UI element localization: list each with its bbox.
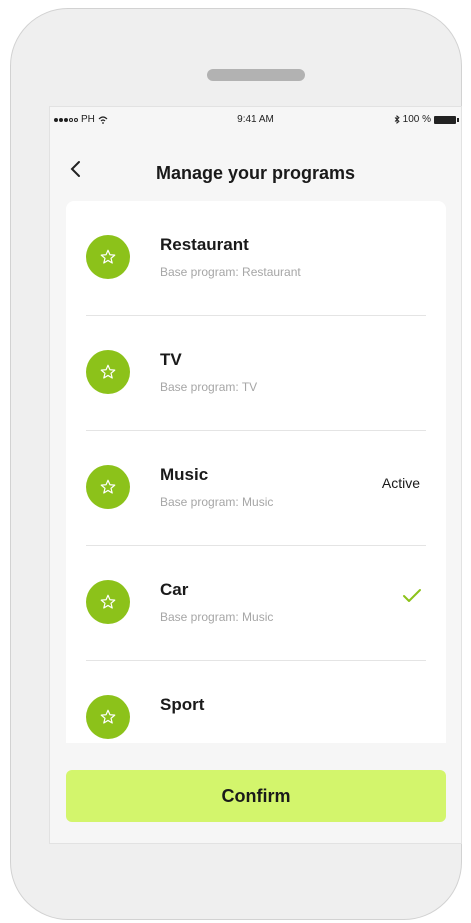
program-avatar: [86, 465, 130, 509]
app-screen: PH 9:41 AM 100 % Manage your programs Re…: [49, 106, 462, 844]
page-header: Manage your programs: [50, 147, 461, 197]
star-icon: [100, 249, 116, 264]
star-icon: [100, 479, 116, 494]
confirm-button[interactable]: Confirm: [66, 770, 446, 822]
bluetooth-icon: [394, 115, 400, 124]
status-right: 100 %: [394, 114, 459, 125]
program-avatar: [86, 350, 130, 394]
phone-frame: PH 9:41 AM 100 % Manage your programs Re…: [10, 8, 462, 920]
battery-percent: 100 %: [402, 114, 431, 125]
program-name: Car: [160, 580, 189, 599]
status-bar: PH 9:41 AM 100 %: [50, 107, 461, 131]
program-avatar: [86, 235, 130, 279]
program-name: Sport: [160, 695, 205, 714]
program-base: Base program: Music: [160, 610, 274, 624]
program-name: Music: [160, 465, 209, 484]
phone-speaker: [207, 69, 305, 81]
program-name: Restaurant: [160, 235, 249, 254]
program-item-car[interactable]: Car Base program: Music: [66, 546, 446, 661]
star-icon: [100, 709, 116, 724]
active-status-label: Active: [381, 475, 420, 491]
program-avatar: [86, 695, 130, 739]
program-avatar: [86, 580, 130, 624]
program-item-music[interactable]: Music Base program: Music Active: [66, 431, 446, 546]
program-base: Base program: TV: [160, 380, 258, 394]
program-item-tv[interactable]: TV Base program: TV: [66, 316, 446, 431]
star-icon: [100, 364, 116, 379]
program-base: Base program: Music: [160, 495, 274, 509]
program-item-restaurant[interactable]: Restaurant Base program: Restaurant: [66, 201, 446, 316]
checkmark-icon: [403, 589, 421, 602]
page-title: Manage your programs: [155, 163, 356, 183]
program-list: Restaurant Base program: Restaurant TV B…: [66, 201, 446, 761]
star-icon: [100, 594, 116, 609]
battery-icon: [434, 115, 459, 124]
program-name: TV: [160, 350, 182, 369]
program-base: Base program: Restaurant: [160, 265, 301, 279]
footer: Confirm: [50, 743, 461, 843]
